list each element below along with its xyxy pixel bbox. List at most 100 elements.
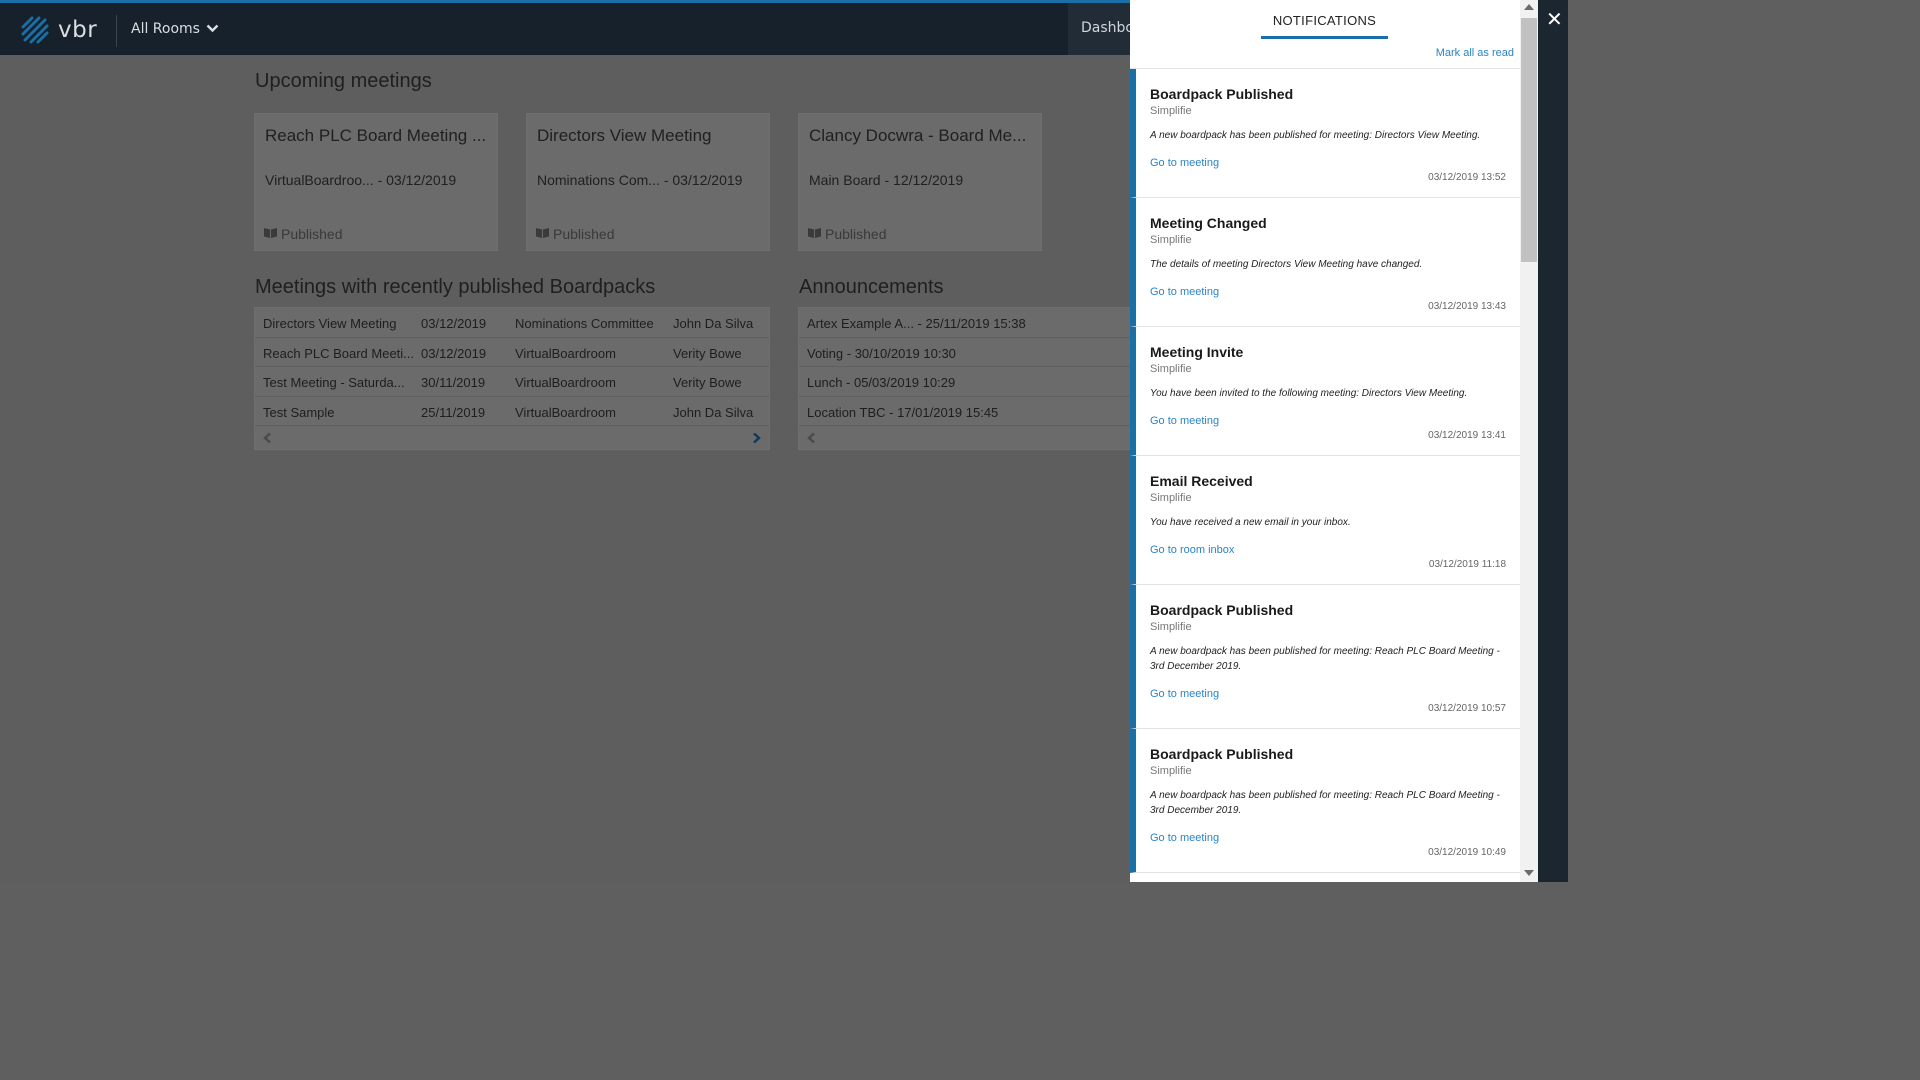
notifications-scrollbar[interactable] [1520, 0, 1538, 882]
notification-title: Meeting Changed [1150, 215, 1267, 231]
row-room: Nominations Committee [515, 316, 654, 331]
go-to-meeting-link[interactable]: Go to meeting [1150, 157, 1506, 169]
table-row[interactable]: Test Sample 25/11/2019 VirtualBoardroom … [255, 397, 769, 426]
announcements-pager [799, 426, 1130, 454]
go-to-room-inbox-link[interactable]: Go to room inbox [1150, 544, 1506, 556]
meeting-card-subtitle: Main Board - 12/12/2019 [809, 172, 964, 188]
row-date: 25/11/2019 [421, 404, 486, 420]
scroll-down-arrow-icon[interactable] [1524, 870, 1534, 876]
row-date: 03/12/2019 [421, 316, 487, 331]
meeting-card-title: Clancy Docwra - Board Me... [809, 126, 1027, 145]
upcoming-meetings-title: Upcoming meetings [255, 70, 432, 92]
announcement-text: Artex Example A... - 25/11/2019 15:38 [807, 316, 1026, 331]
meeting-card-status: Published [807, 226, 887, 242]
chevron-left-icon[interactable] [807, 432, 816, 448]
status-label: Published [281, 226, 343, 242]
notifications-panel: NOTIFICATIONS Mark all as read Boardpack… [1130, 0, 1538, 882]
dashboard-main: Upcoming meetings Reach PLC Board Meetin… [0, 55, 1130, 882]
row-date: 03/12/2019 [421, 345, 487, 361]
notification-time: 03/12/2019 11:18 [1428, 559, 1506, 570]
book-icon [535, 226, 550, 242]
notification-message: You have received a new email in your in… [1150, 517, 1351, 528]
row-user: John Da Silva [673, 404, 754, 420]
notification-item: Boardpack Published Simplifie A new boar… [1130, 585, 1520, 729]
notification-time: 03/12/2019 10:57 [1428, 703, 1506, 714]
logo-text: vbr [58, 17, 98, 43]
meeting-card[interactable]: Reach PLC Board Meeting ... VirtualBoard… [254, 113, 498, 251]
notification-source: Simplifie [1150, 234, 1192, 246]
row-meeting: Test Sample [263, 404, 335, 420]
notification-message: A new boardpack has been published for m… [1150, 646, 1500, 672]
list-item[interactable]: Artex Example A... - 25/11/2019 15:38 [799, 308, 1130, 338]
notification-title: Email Received [1150, 473, 1253, 489]
meeting-card-status: Published [263, 226, 343, 242]
meeting-card[interactable]: Directors View Meeting Nominations Com..… [526, 113, 770, 251]
row-meeting: Reach PLC Board Meeti... [263, 345, 415, 361]
row-meeting: Directors View Meeting [263, 316, 397, 331]
status-label: Published [553, 226, 615, 242]
notification-item: Boardpack Published Simplifie A new boar… [1130, 69, 1520, 198]
go-to-meeting-link[interactable]: Go to meeting [1150, 415, 1506, 427]
notification-message: A new boardpack has been published for m… [1150, 790, 1500, 816]
status-label: Published [825, 226, 887, 242]
row-meeting: Test Meeting - Saturda... [263, 375, 405, 390]
tab-dashboard[interactable]: Dashboard [1068, 3, 1130, 55]
notification-source: Simplifie [1150, 492, 1192, 504]
announcements-list: Artex Example A... - 25/11/2019 15:38 Vo… [798, 307, 1130, 450]
close-icon[interactable]: ✕ [1546, 7, 1563, 31]
notification-title: Boardpack Published [1150, 746, 1294, 762]
chevron-right-icon[interactable] [752, 432, 761, 448]
rooms-dropdown-label: All Rooms [131, 21, 200, 37]
boardpacks-title: Meetings with recently published Boardpa… [255, 276, 656, 298]
boardpacks-pager [255, 426, 769, 454]
mark-all-read-link[interactable]: Mark all as read [1436, 47, 1514, 59]
meeting-card[interactable]: Clancy Docwra - Board Me... Main Board -… [798, 113, 1042, 251]
meeting-card-status: Published [535, 226, 615, 242]
row-user: Verity Bowe [673, 375, 742, 390]
chevron-left-icon[interactable] [263, 432, 272, 448]
go-to-meeting-link[interactable]: Go to meeting [1150, 688, 1506, 700]
go-to-meeting-link[interactable]: Go to meeting [1150, 832, 1506, 844]
meeting-card-subtitle: Nominations Com... - 03/12/2019 [537, 172, 743, 188]
notification-time: 03/12/2019 13:41 [1428, 430, 1506, 441]
topbar-divider [116, 15, 117, 47]
notification-time: 03/12/2019 13:52 [1428, 172, 1506, 183]
rooms-dropdown[interactable]: All Rooms [131, 21, 219, 37]
notification-message: A new boardpack has been published for m… [1150, 130, 1481, 141]
notification-source: Simplifie [1150, 105, 1192, 117]
notification-item: Email Received Simplifie You have receiv… [1130, 456, 1520, 585]
chevron-down-icon [206, 21, 219, 37]
notification-source: Simplifie [1150, 765, 1192, 777]
table-row[interactable]: Test Meeting - Saturda... 30/11/2019 Vir… [255, 367, 769, 397]
boardpacks-table: Directors View Meeting 03/12/2019 Nomina… [254, 307, 770, 450]
list-item[interactable]: Location TBC - 17/01/2019 15:45 [799, 397, 1130, 426]
row-room: VirtualBoardroom [515, 404, 616, 420]
notification-title: Meeting Invite [1150, 344, 1244, 360]
notifications-title: NOTIFICATIONS [1261, 13, 1388, 39]
scrollbar-thumb[interactable] [1521, 18, 1537, 262]
row-user: John Da Silva [673, 316, 754, 331]
logo[interactable]: vbr [20, 15, 97, 45]
notification-message: The details of meeting Directors View Me… [1150, 259, 1423, 270]
list-item[interactable]: Voting - 30/10/2019 10:30 [799, 338, 1130, 367]
meeting-card-subtitle: VirtualBoardroo... - 03/12/2019 [265, 172, 457, 188]
announcements-title: Announcements [799, 276, 944, 298]
notification-source: Simplifie [1150, 363, 1192, 375]
notification-title: Boardpack Published [1150, 602, 1294, 618]
close-strip [1538, 0, 1568, 882]
vbr-logo-icon [20, 15, 50, 45]
table-row[interactable]: Directors View Meeting 03/12/2019 Nomina… [255, 308, 769, 338]
scroll-up-arrow-icon[interactable] [1524, 4, 1534, 10]
list-item[interactable]: Lunch - 05/03/2019 10:29 [799, 367, 1130, 397]
go-to-meeting-link[interactable]: Go to meeting [1150, 286, 1506, 298]
meeting-card-title: Directors View Meeting [537, 126, 712, 145]
announcement-text: Voting - 30/10/2019 10:30 [807, 345, 956, 361]
book-icon [263, 226, 278, 242]
row-date: 30/11/2019 [421, 375, 486, 390]
notification-title: Boardpack Published [1150, 86, 1294, 102]
notification-time: 03/12/2019 10:49 [1428, 847, 1506, 858]
table-row[interactable]: Reach PLC Board Meeti... 03/12/2019 Virt… [255, 338, 769, 367]
announcement-text: Lunch - 05/03/2019 10:29 [807, 375, 956, 390]
row-user: Verity Bowe [673, 345, 742, 361]
notification-item: Meeting Changed Simplifie The details of… [1130, 198, 1520, 327]
